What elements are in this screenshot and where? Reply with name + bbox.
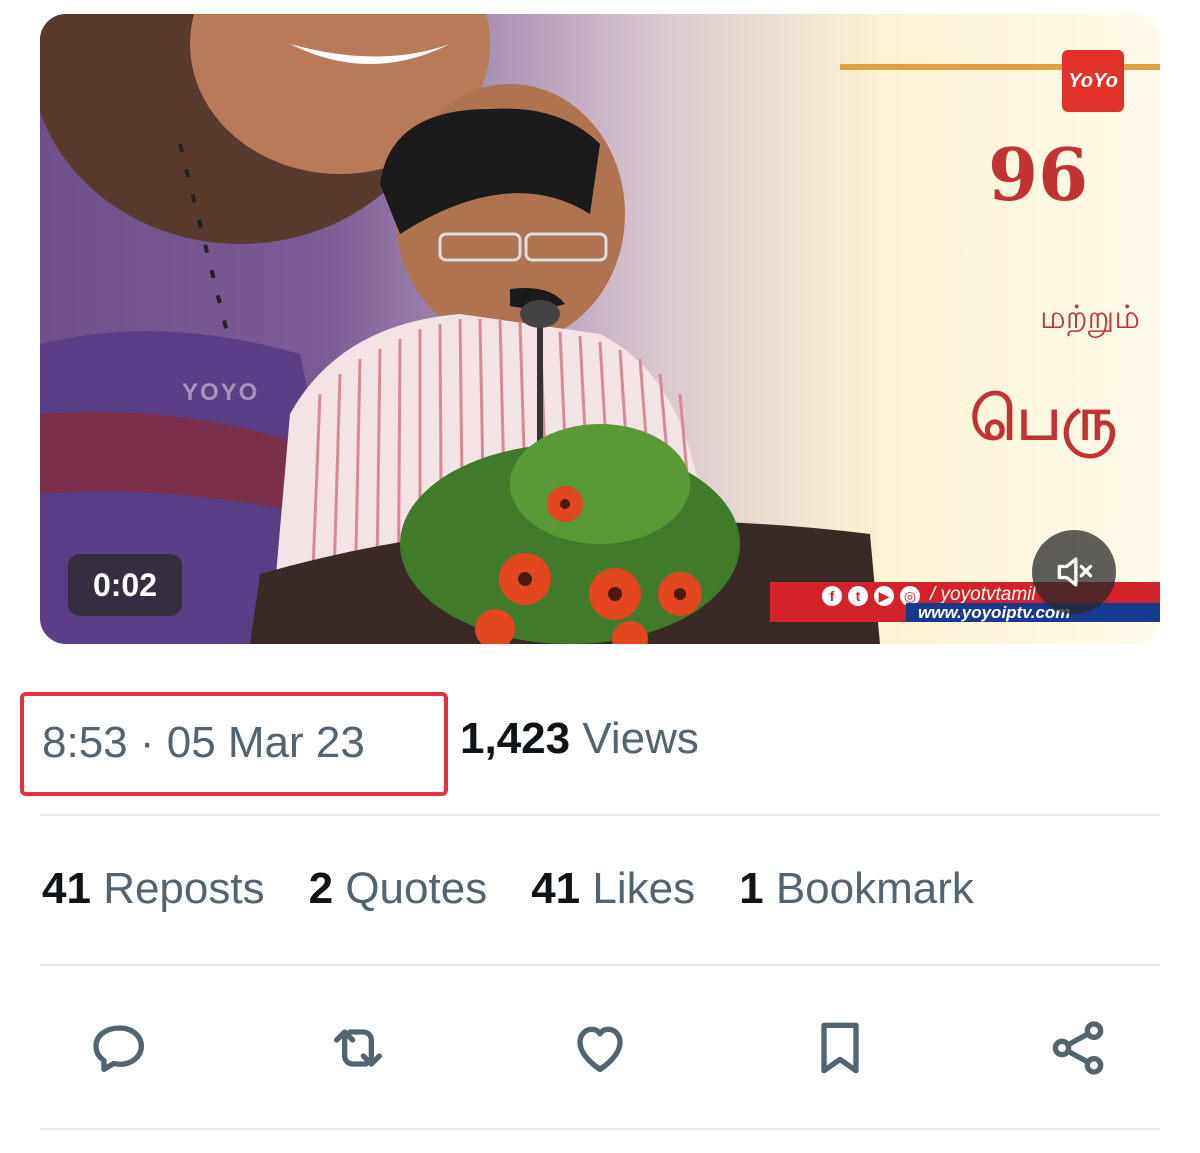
channel-logo: YoYo xyxy=(1062,50,1124,112)
video-duration-badge: 0:02 xyxy=(68,554,182,616)
action-bar xyxy=(0,1012,1200,1092)
likes-stat[interactable]: 41 Likes xyxy=(531,864,695,914)
youtube-icon: ▶ xyxy=(874,586,894,606)
quotes-count: 2 xyxy=(308,864,334,913)
bookmarks-count: 1 xyxy=(739,864,764,913)
reposts-stat[interactable]: 41 Reposts xyxy=(42,864,265,914)
tweet-timestamp[interactable]: 8:53 · 05 Mar 23 xyxy=(42,718,365,768)
like-icon xyxy=(577,1026,623,1072)
repost-button[interactable] xyxy=(322,1012,394,1084)
bookmark-icon xyxy=(821,1022,859,1074)
mute-button[interactable] xyxy=(1032,530,1116,614)
engagement-stats: 41 Reposts 2 Quotes 41 Likes 1 Bookmark xyxy=(42,864,974,914)
divider xyxy=(40,1128,1160,1130)
quotes-label: Quotes xyxy=(345,864,488,913)
divider xyxy=(40,964,1160,966)
repost-icon xyxy=(334,1029,382,1067)
quotes-stat[interactable]: 2 Quotes xyxy=(309,864,488,914)
likes-label: Likes xyxy=(592,864,696,913)
reply-icon xyxy=(93,1025,144,1072)
reposts-count: 41 xyxy=(42,864,91,913)
poster-text-number: 96 xyxy=(988,132,1089,217)
likes-count: 41 xyxy=(531,864,581,913)
poster-text-heading: பெரு xyxy=(970,384,1117,454)
like-button[interactable] xyxy=(564,1012,636,1084)
timestamp-highlight: 8:53 · 05 Mar 23 xyxy=(20,692,448,796)
views-count[interactable]: 1,423 Views xyxy=(460,714,699,764)
bookmark-button[interactable] xyxy=(804,1012,876,1084)
bookmarks-label: Bookmark xyxy=(775,864,974,913)
reply-button[interactable] xyxy=(84,1012,156,1084)
tweet-video[interactable]: YoYo 96 மற்றும் பெரு YOYO f t ▶ ◎ / yoyo… xyxy=(40,14,1160,644)
share-button[interactable] xyxy=(1042,1012,1114,1084)
twitter-icon: t xyxy=(848,586,868,606)
views-label: Views xyxy=(582,714,699,763)
video-frame xyxy=(40,14,1160,644)
bookmarks-stat[interactable]: 1 Bookmark xyxy=(739,864,974,914)
poster-text-line: மற்றும் xyxy=(1040,298,1141,336)
speaker-muted-icon xyxy=(1057,557,1093,587)
video-watermark: YOYO xyxy=(182,379,260,406)
views-number: 1,423 xyxy=(460,714,571,763)
ticker-website: www.yoyoiptv.com xyxy=(906,603,1160,622)
divider xyxy=(40,814,1160,816)
share-icon xyxy=(1052,1021,1104,1075)
reposts-label: Reposts xyxy=(103,864,265,913)
facebook-icon: f xyxy=(822,586,842,606)
